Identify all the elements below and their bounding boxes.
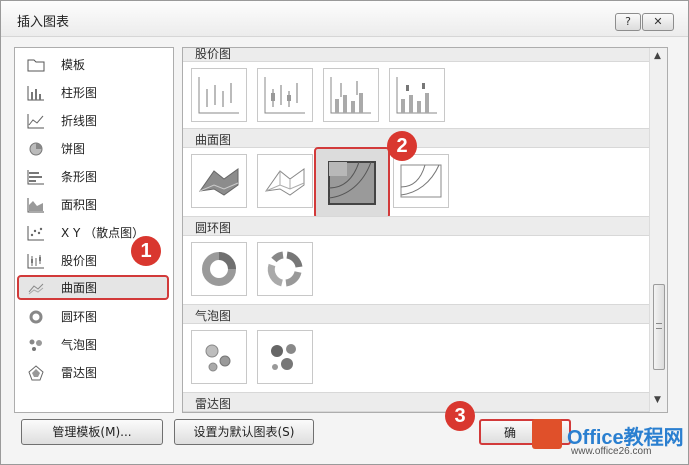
category-label: 圆环图 (61, 310, 98, 324)
watermark-url: www.office26.com (571, 446, 652, 457)
chart-subtype-gallery: 股价图 曲面图 圆环图 气泡图 雷达图 ▲ ▼ (182, 47, 668, 413)
category-label: 雷达图 (61, 366, 98, 380)
scroll-thumb[interactable] (653, 284, 665, 370)
section-label: 曲面图 (195, 133, 232, 147)
category-label: 折线图 (61, 114, 98, 128)
category-label: X Y （散点图） (61, 226, 145, 240)
category-label: 柱形图 (61, 86, 98, 100)
dialog-title: 插入图表 (17, 15, 70, 30)
section-header-radar: 雷达图 (183, 392, 649, 412)
close-button[interactable]: ✕ (642, 13, 674, 31)
area-chart-icon (25, 197, 47, 213)
surface-chart-icon (25, 280, 47, 296)
category-radar[interactable]: 雷达图 (19, 360, 169, 385)
surface-contour-thumb[interactable] (314, 147, 390, 219)
category-label: 条形图 (61, 170, 98, 184)
line-chart-icon (25, 113, 47, 129)
column-chart-icon (25, 85, 47, 101)
category-label: 股价图 (61, 254, 98, 268)
grip-icon (656, 323, 662, 329)
bar-chart-icon (25, 169, 47, 185)
category-pie[interactable]: 饼图 (19, 136, 169, 161)
stock-thumb-2[interactable] (257, 68, 313, 122)
section-label: 圆环图 (195, 221, 232, 235)
category-bar[interactable]: 条形图 (19, 164, 169, 189)
surface-wireframe-contour-thumb[interactable] (393, 154, 449, 208)
manage-templates-button[interactable]: 管理模板(M)... (21, 419, 163, 445)
doughnut-thumb[interactable] (191, 242, 247, 296)
category-templates[interactable]: 模板 (19, 52, 169, 77)
exploded-doughnut-thumb[interactable] (257, 242, 313, 296)
section-header-bubble: 气泡图 (183, 304, 649, 324)
category-column[interactable]: 柱形图 (19, 80, 169, 105)
folder-icon (25, 57, 47, 73)
stock-thumb-4[interactable] (389, 68, 445, 122)
office-logo-icon (532, 419, 562, 449)
category-bubble[interactable]: 气泡图 (19, 332, 169, 357)
doughnut-chart-icon (25, 309, 47, 325)
section-header-doughnut: 圆环图 (183, 216, 649, 236)
gallery-scrollbar[interactable]: ▲ ▼ (649, 48, 667, 412)
surface-3d-thumb[interactable] (191, 154, 247, 208)
category-label: 面积图 (61, 198, 98, 212)
chart-category-list: 模板 柱形图 折线图 饼图 条形图 面积图 X Y （散点图） 股价图 曲面图 … (14, 47, 174, 413)
scatter-chart-icon (25, 225, 47, 241)
stock-thumb-3[interactable] (323, 68, 379, 122)
surface-wireframe-thumb[interactable] (257, 154, 313, 208)
step-marker-2: 2 (387, 131, 417, 161)
section-label: 气泡图 (195, 309, 232, 323)
category-line[interactable]: 折线图 (19, 108, 169, 133)
category-label: 曲面图 (61, 281, 98, 295)
radar-chart-icon (25, 364, 47, 381)
insert-chart-dialog: 插入图表 ? ✕ 模板 柱形图 折线图 饼图 条形图 面积图 X Y （散点图）… (0, 0, 689, 465)
pie-chart-icon (25, 141, 47, 157)
category-label: 模板 (61, 58, 86, 72)
3d-bubble-thumb[interactable] (257, 330, 313, 384)
stock-chart-icon (25, 253, 47, 269)
section-label: 股价图 (195, 47, 232, 61)
category-label: 气泡图 (61, 338, 98, 352)
category-doughnut[interactable]: 圆环图 (19, 304, 169, 329)
scroll-down-arrow-icon[interactable]: ▼ (654, 395, 661, 405)
category-label: 饼图 (61, 142, 86, 156)
section-header-stock: 股价图 (183, 47, 649, 62)
step-marker-1: 1 (131, 236, 161, 266)
section-label: 雷达图 (195, 397, 232, 411)
bubble-chart-icon (25, 337, 47, 353)
bubble-thumb[interactable] (191, 330, 247, 384)
scroll-up-arrow-icon[interactable]: ▲ (654, 51, 661, 61)
help-button[interactable]: ? (615, 13, 641, 31)
category-area[interactable]: 面积图 (19, 192, 169, 217)
set-as-default-button[interactable]: 设置为默认图表(S) (174, 419, 314, 445)
category-surface[interactable]: 曲面图 (17, 275, 169, 300)
title-bar: 插入图表 ? ✕ (1, 1, 688, 37)
stock-thumb-1[interactable] (191, 68, 247, 122)
step-marker-3: 3 (445, 401, 475, 431)
